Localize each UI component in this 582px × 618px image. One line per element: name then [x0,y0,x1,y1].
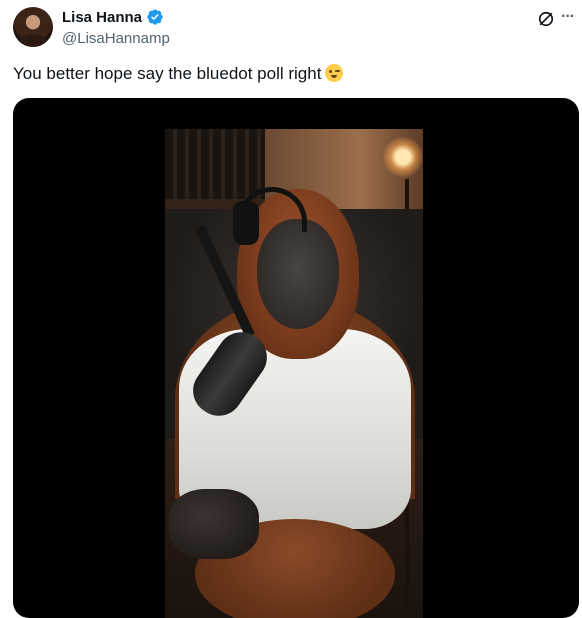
winking-face-with-tongue-emoji [325,64,344,82]
author-name[interactable]: Lisa Hanna [62,9,142,26]
avatar[interactable] [13,7,53,47]
video-frame[interactable] [165,129,423,618]
video-player[interactable] [13,98,579,618]
more-options-icon[interactable]: ··· [561,8,575,26]
tweet-header: Lisa Hanna @LisaHannamp ··· [0,0,582,60]
tweet-text: You better hope say the bluedot poll rig… [13,64,344,84]
orangutan-hand [169,489,259,559]
grok-icon[interactable] [536,9,556,29]
headphones-earcup [233,201,259,245]
author-handle[interactable]: @LisaHannamp [62,30,170,47]
background-blinds [165,129,265,199]
tweet-body: You better hope say the bluedot poll rig… [13,64,322,83]
orangutan-face [257,219,339,329]
lamp-light [383,137,423,177]
avatar-figure [19,34,47,47]
verified-badge-icon [147,9,163,25]
